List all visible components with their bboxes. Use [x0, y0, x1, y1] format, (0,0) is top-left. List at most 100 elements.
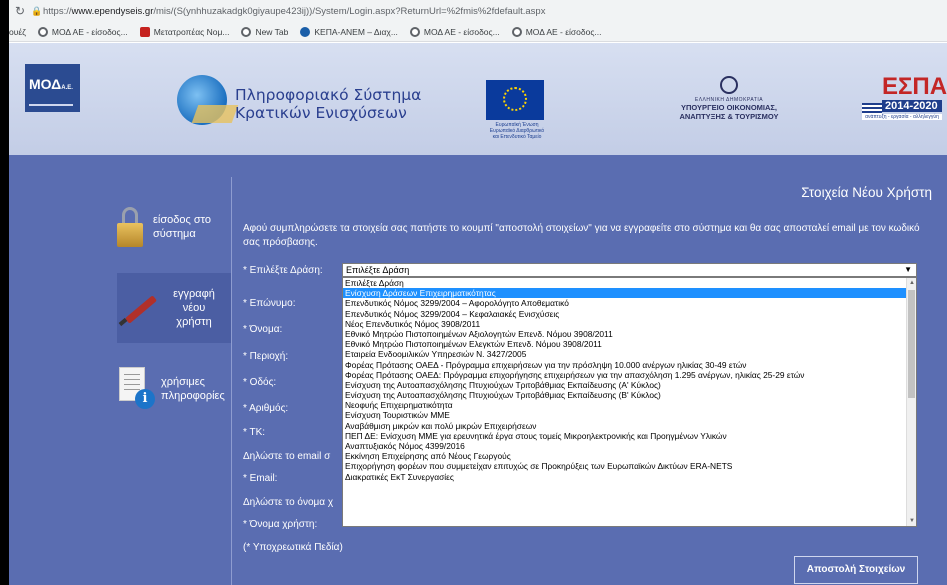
email-label: * Email: — [243, 473, 278, 484]
bookmark-item[interactable]: Μετατροπέας Νομ... — [139, 26, 230, 37]
dropdown-option[interactable]: Φορέας Πρότασης ΟΑΕΔ - Πρόγραμμα επιχειρ… — [343, 360, 907, 370]
espa-flag-icon — [862, 103, 882, 114]
surname-label: * Επώνυμο: — [243, 298, 296, 309]
eu-flag-icon — [486, 80, 544, 120]
blue-dot-icon — [300, 26, 311, 37]
main-area: είσοδος στο σύστημα εγγραφή νέου χρήστη … — [9, 155, 947, 585]
system-title-line2: Κρατικών Ενισχύσεων — [235, 104, 407, 122]
pen-icon — [117, 288, 161, 328]
intro-text: Αφού συμπληρώσετε τα στοιχεία σας πατήστ… — [243, 223, 920, 248]
sidebar-item-register-label: εγγραφή νέου χρήστη — [173, 288, 215, 328]
sidebar-item-info[interactable]: i χρήσιμες πληροφορίες — [117, 367, 231, 411]
dropdown-option[interactable]: Επενδυτικός Νόμος 3299/2004 – Αφορολόγητ… — [343, 298, 907, 308]
reload-icon[interactable]: ↻ — [9, 4, 31, 18]
moa-logo-suffix: Α.Ε. — [61, 85, 73, 91]
required-fields-note: (* Υποχρεωτικά Πεδία) — [243, 542, 343, 553]
bookmark-item[interactable]: ουέζ — [9, 27, 26, 37]
red-square-icon — [139, 26, 150, 37]
dropdown-option[interactable]: Ενίσχυση Τουριστικών ΜΜΕ — [343, 410, 907, 420]
action-label: * Επιλέξτε Δράση: — [243, 265, 323, 276]
lock-icon[interactable]: 🔒 — [31, 6, 43, 17]
dropdown-option[interactable]: Επιλέξτε Δράση — [343, 278, 907, 288]
globe-icon — [409, 26, 420, 37]
url-host: www.ependyseis.gr — [71, 5, 154, 17]
url-path: /mis/(S(ynhhuzakadgk0giyaupe423ij))/Syst… — [153, 5, 546, 17]
dropdown-option[interactable]: Αναβάθμιση μικρών και πολύ μικρών Επιχει… — [343, 421, 907, 431]
sidebar-item-login[interactable]: είσοδος στο σύστημα — [117, 207, 227, 247]
bookmark-label: ΚΕΠΑ-ΑΝΕΜ – Διαχ... — [314, 26, 398, 37]
site-header — [9, 43, 947, 155]
system-title: Πληροφοριακό Σύστημα Κρατικών Ενισχύσεων — [235, 86, 421, 122]
bookmark-item[interactable]: ΜΟΔ ΑΕ - είσοδος... — [37, 26, 128, 37]
moa-logo[interactable]: ΜΟΔΑ.Ε. — [25, 64, 80, 112]
region-label: * Περιοχή: — [243, 351, 289, 362]
dropdown-scrollbar[interactable]: ▲ ▼ — [906, 278, 916, 526]
bookmark-item[interactable]: New Tab — [241, 26, 289, 37]
dropdown-option[interactable]: Εθνικό Μητρώο Πιστοποιημένων Αξιολογητών… — [343, 329, 907, 339]
bookmark-label: ΜΟΔ ΑΕ - είσοδος... — [423, 26, 500, 37]
bookmark-label: ΜΟΔ ΑΕ - είσοδος... — [51, 26, 128, 37]
page-title: Στοιχεία Νέου Χρήστη — [801, 185, 932, 200]
bookmarks-bar: ουέζ ΜΟΔ ΑΕ - είσοδος... Μετατροπέας Νομ..… — [9, 22, 947, 42]
dropdown-option[interactable]: Εταιρεία Ενδοομιλικών Υπηρεσιών Ν. 3427/… — [343, 349, 907, 359]
ministry-line3: ΑΝΑΠΤΥΞΗΣ & ΤΟΥΡΙΣΜΟΥ — [679, 112, 779, 121]
browser-window: ↻ 🔒 https:// www.ependyseis.gr /mis/(S(y… — [9, 0, 947, 585]
dropdown-options: Επιλέξτε Δράση Ενίσχυση Δράσεων Επιχειρημ… — [343, 278, 907, 482]
dropdown-option[interactable]: Νέος Επενδυτικός Νόμος 3908/2011 — [343, 319, 907, 329]
url-prefix: https:// — [43, 5, 72, 17]
scrollbar-thumb[interactable] — [908, 290, 915, 398]
sidebar-item-info-label: χρήσιμες πληροφορίες — [161, 376, 225, 402]
bookmark-item[interactable]: ΜΟΔ ΑΕ - είσοδος... — [409, 26, 500, 37]
dropdown-option[interactable]: Νεοφυής Επιχειρηματικότητα — [343, 400, 907, 410]
dropdown-option[interactable]: Επενδυτικός Νόμος 3299/2004 – Κεφαλαιακέ… — [343, 309, 907, 319]
dropdown-option[interactable]: Ενίσχυση Δράσεων Επιχειρηματικότητας — [343, 288, 907, 299]
bookmark-label: New Tab — [255, 26, 289, 37]
scroll-down-icon[interactable]: ▼ — [907, 516, 916, 526]
street-label: * Οδός: — [243, 377, 277, 388]
sidebar-item-register[interactable]: εγγραφή νέου χρήστη — [117, 273, 231, 343]
globe-icon — [241, 26, 252, 37]
info-icon: i — [117, 367, 157, 411]
dropdown-arrow-icon[interactable]: ▼ — [904, 264, 912, 276]
dropdown-option[interactable]: Επιχορήγηση φορέων που συμμετείχαν επιτυ… — [343, 461, 907, 471]
registration-form: Στοιχεία Νέου Χρήστη Αφού συμπληρώσετε τ… — [231, 155, 947, 585]
dropdown-option[interactable]: Διακρατικές ΕκΤ Συνεργασίες — [343, 472, 907, 482]
ministry-line2: ΥΠΟΥΡΓΕΙΟ ΟΙΚΟΝΟΜΙΑΣ, — [681, 103, 777, 112]
eu-caption: Ευρωπαϊκή Ένωση Ευρωπαϊκό Διαρθρωτικό κα… — [489, 122, 545, 140]
dropdown-option[interactable]: Εκκίνηση Επιχείρησης από Νέους Γεωργούς — [343, 451, 907, 461]
globe-icon — [37, 26, 48, 37]
action-dropdown-list[interactable]: Επιλέξτε Δράση Ενίσχυση Δράσεων Επιχειρημ… — [342, 277, 917, 527]
dropdown-option[interactable]: Ενίσχυση της Αυτοαπασχόλησης Πτυχιούχων … — [343, 380, 907, 390]
dropdown-option[interactable]: Ενίσχυση της Αυτοαπασχόλησης Πτυχιούχων … — [343, 390, 907, 400]
bookmark-label: Μετατροπέας Νομ... — [153, 26, 230, 37]
globe-icon — [511, 26, 522, 37]
padlock-icon — [117, 207, 143, 247]
system-title-line1: Πληροφοριακό Σύστημα — [235, 86, 422, 104]
zip-label: * ΤΚ: — [243, 427, 266, 438]
sidebar: είσοδος στο σύστημα εγγραφή νέου χρήστη … — [9, 155, 231, 585]
espa-word: ΕΣΠΑ — [882, 73, 947, 100]
bookmark-item[interactable]: ΜΟΔ ΑΕ - είσοδος... — [511, 26, 602, 37]
dropdown-option[interactable]: Φορέας Πρότασης ΟΑΕΔ: Πρόγραμμα επιχορήγ… — [343, 370, 907, 380]
globe-icon — [177, 75, 227, 125]
greek-emblem-icon — [720, 76, 738, 94]
action-select-value: Επιλέξτε Δράση — [346, 265, 410, 275]
username-section-label: Δηλώστε το όνομα χ — [243, 497, 334, 508]
email-section-label: Δηλώστε το email σ — [243, 451, 331, 462]
action-select[interactable]: Επιλέξτε Δράση ▼ — [342, 263, 917, 277]
espa-years: 2014-2020 — [882, 100, 942, 112]
submit-button[interactable]: Αποστολή Στοιχείων — [794, 556, 918, 584]
espa-logo: ΕΣΠΑ 2014-2020 ανάπτυξη - εργασία - αλλη… — [862, 73, 947, 120]
bookmark-label: ουέζ — [9, 26, 26, 37]
dropdown-option[interactable]: ΠΕΠ ΔΕ: Ενίσχυση ΜΜΕ για ερευνητικά έργα… — [343, 431, 907, 441]
address-bar[interactable]: ↻ 🔒 https:// www.ependyseis.gr /mis/(S(y… — [9, 0, 947, 22]
moa-logo-text: ΜΟΔ — [29, 76, 62, 92]
bookmark-item[interactable]: ΚΕΠΑ-ΑΝΕΜ – Διαχ... — [300, 26, 398, 37]
bookmark-label: ΜΟΔ ΑΕ - είσοδος... — [525, 26, 602, 37]
dropdown-option[interactable]: Εθνικό Μητρώο Πιστοποιημένων Ελεγκτών Επ… — [343, 339, 907, 349]
scroll-up-icon[interactable]: ▲ — [907, 278, 916, 288]
dropdown-option[interactable]: Αναπτυξιακός Νόμος 4399/2016 — [343, 441, 907, 451]
ministry-logo: ΕΛΛΗΝΙΚΗ ΔΗΜΟΚΡΑΤΙΑ ΥΠΟΥΡΓΕΙΟ ΟΙΚΟΝΟΜΙΑΣ… — [654, 76, 804, 121]
name-label: * Όνομα: — [243, 324, 283, 335]
username-label: * Όνομα χρήστη: — [243, 519, 318, 530]
